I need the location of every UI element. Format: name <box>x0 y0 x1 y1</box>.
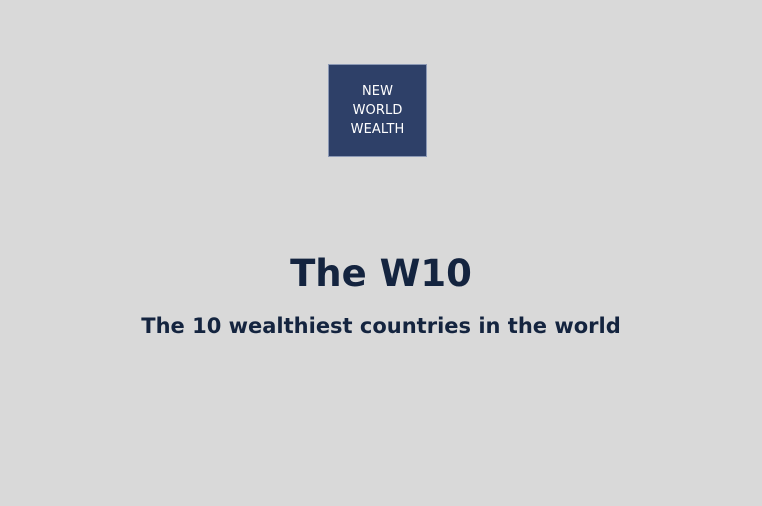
page-title: The W10 <box>290 252 472 295</box>
logo-line-world: WORLD <box>352 103 403 118</box>
logo-line-wealth: WEALTH <box>350 122 405 137</box>
new-world-wealth-logo: NEW WORLD WEALTH <box>328 64 427 157</box>
page-subtitle: The 10 wealthiest countries in the world <box>141 314 621 338</box>
logo-line-new: NEW <box>361 84 394 99</box>
